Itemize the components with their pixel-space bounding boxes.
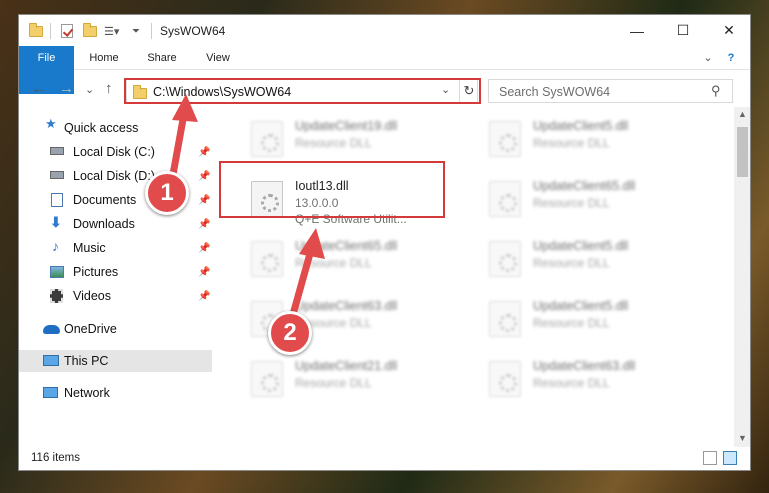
annotation-arrows — [168, 94, 325, 322]
step-2-badge: 2 — [268, 311, 312, 355]
arrow-2-shaft — [288, 246, 315, 322]
arrow-1-head — [172, 94, 198, 122]
step-1-badge: 1 — [145, 171, 189, 215]
arrow-2-head — [299, 228, 325, 259]
arrow-1-shaft — [168, 110, 188, 184]
